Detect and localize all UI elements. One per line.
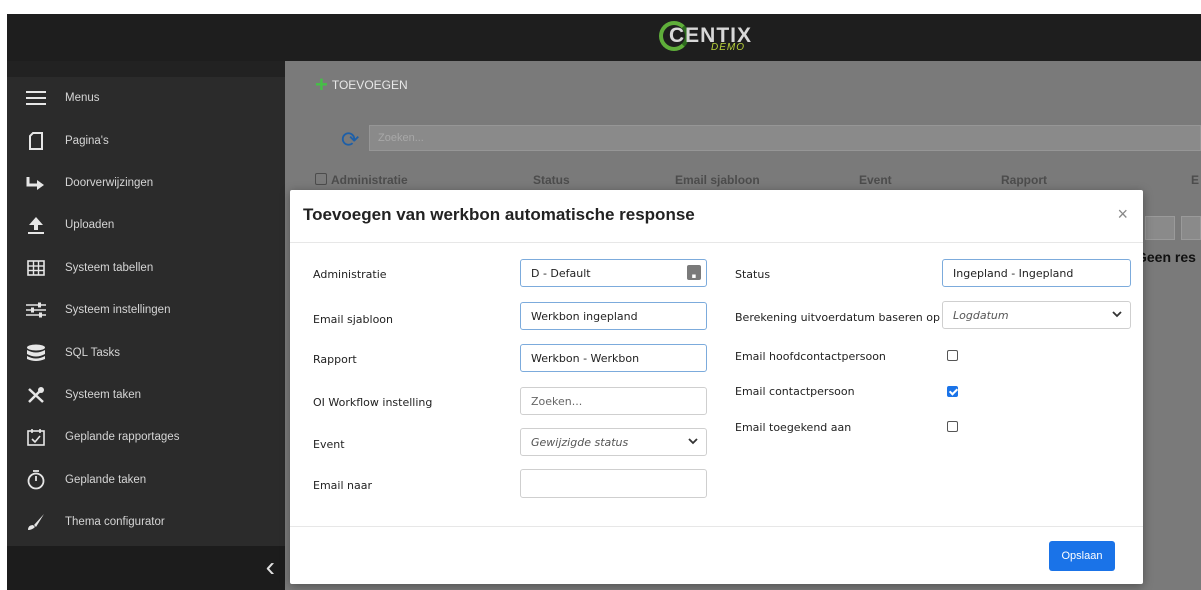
sidebar-item-systeem-taken[interactable]: Systeem taken xyxy=(7,374,285,416)
oi-workflow-placeholder: Zoeken... xyxy=(531,394,583,408)
database-icon xyxy=(7,344,65,362)
oi-workflow-label: OI Workflow instelling xyxy=(313,396,433,409)
page-icon xyxy=(7,131,65,150)
dialog-title: Toevoegen van werkbon automatische respo… xyxy=(303,205,695,224)
brush-icon xyxy=(7,513,65,531)
menu-icon xyxy=(7,90,65,106)
redirect-arrow-icon xyxy=(7,175,65,191)
empty-table-text: Geen res xyxy=(1136,249,1196,265)
event-value: Gewijzigde status xyxy=(531,435,629,449)
column-header[interactable]: Status xyxy=(533,173,570,187)
table-icon xyxy=(7,259,65,276)
administratie-label: Administratie xyxy=(313,268,387,281)
column-header[interactable]: E xyxy=(1191,173,1199,187)
save-button[interactable]: Opslaan xyxy=(1049,541,1115,571)
sliders-icon xyxy=(7,302,65,318)
sidebar-item-paginas[interactable]: Pagina's xyxy=(7,119,285,161)
sidebar-item-label: Thema configurator xyxy=(65,516,165,529)
email-sjabloon-label: Email sjabloon xyxy=(313,313,394,326)
calendar-check-icon xyxy=(7,428,65,447)
plus-icon: + xyxy=(315,72,328,97)
sidebar-item-label: Systeem tabellen xyxy=(65,261,154,274)
administratie-value: D - Default xyxy=(531,266,591,280)
oi-workflow-field[interactable]: Zoeken... xyxy=(520,387,707,415)
status-field[interactable]: Ingepland - Ingepland xyxy=(942,259,1131,287)
email-naar-label: Email naar xyxy=(313,479,372,492)
filter-input[interactable] xyxy=(1145,216,1175,240)
logo-subtext: DEMO xyxy=(711,42,745,53)
column-header[interactable]: Email sjabloon xyxy=(675,173,760,187)
sidebar-item-geplande-rapportages[interactable]: Geplande rapportages xyxy=(7,416,285,458)
table-header: Administratie Status Email sjabloon Even… xyxy=(315,173,1201,187)
stopwatch-icon xyxy=(7,469,65,490)
dialog-footer: Opslaan xyxy=(290,526,1143,585)
sidebar-item-menus[interactable]: Menus xyxy=(7,77,285,119)
column-header[interactable]: Administratie xyxy=(331,173,408,187)
sidebar-item-label: SQL Tasks xyxy=(65,346,120,359)
sidebar-item-label: Systeem taken xyxy=(65,388,142,401)
add-button-label: TOEVOEGEN xyxy=(331,78,408,92)
email-contactpersoon-checkbox[interactable] xyxy=(947,386,958,397)
sidebar-item-geplande-taken[interactable]: Geplande taken xyxy=(7,459,285,501)
email-naar-field[interactable] xyxy=(520,469,707,498)
sidebar-item-sql-tasks[interactable]: SQL Tasks xyxy=(7,331,285,373)
email-hoofdcontactpersoon-checkbox[interactable] xyxy=(947,350,958,361)
sidebar-item-label: Pagina's xyxy=(65,134,109,147)
email-toegekend-label: Email toegekend aan xyxy=(735,421,852,434)
add-response-dialog: Toevoegen van werkbon automatische respo… xyxy=(290,190,1143,584)
rapport-label: Rapport xyxy=(313,353,357,366)
status-value: Ingepland - Ingepland xyxy=(953,266,1074,280)
sidebar-item-uploaden[interactable]: Uploaden xyxy=(7,204,285,246)
column-header[interactable]: Event xyxy=(859,173,892,187)
sidebar: Menus Pagina's Doorverwijzingen Uploaden… xyxy=(7,61,285,590)
upload-icon xyxy=(7,216,65,235)
add-button[interactable]: + TOEVOEGEN xyxy=(315,72,408,97)
event-select[interactable]: Gewijzigde status xyxy=(520,428,707,456)
sidebar-item-label: Geplande taken xyxy=(65,473,147,486)
email-hoofdcontactpersoon-label: Email hoofdcontactpersoon xyxy=(735,350,886,363)
sidebar-item-label: Uploaden xyxy=(65,219,115,232)
tools-icon xyxy=(7,386,65,404)
lookup-calendar-icon[interactable]: ▪ xyxy=(687,265,701,280)
berekening-select[interactable]: Logdatum xyxy=(942,301,1131,329)
administratie-field[interactable]: D - Default ▪ xyxy=(520,259,707,287)
sidebar-item-label: Menus xyxy=(65,92,100,105)
sidebar-item-systeem-instellingen[interactable]: Systeem instellingen xyxy=(7,289,285,331)
filter-input[interactable] xyxy=(1181,216,1201,240)
sidebar-item-doorverwijzingen[interactable]: Doorverwijzingen xyxy=(7,162,285,204)
berekening-label: Berekening uitvoerdatum baseren op xyxy=(735,311,940,324)
dialog-header: Toevoegen van werkbon automatische respo… xyxy=(290,190,1143,243)
sidebar-item-label: Doorverwijzingen xyxy=(65,176,154,189)
sidebar-item-systeem-tabellen[interactable]: Systeem tabellen xyxy=(7,247,285,289)
sidebar-item-label: Systeem instellingen xyxy=(65,304,171,317)
status-label: Status xyxy=(735,268,771,281)
email-contactpersoon-label: Email contactpersoon xyxy=(735,385,855,398)
chevron-down-icon xyxy=(1112,309,1122,322)
sidebar-footer: ‹ xyxy=(7,546,285,590)
top-bar: CENTIX DEMO xyxy=(7,14,1201,61)
chevron-down-icon xyxy=(688,436,698,449)
close-icon[interactable]: × xyxy=(1117,204,1128,224)
sidebar-item-thema-configurator[interactable]: Thema configurator xyxy=(7,501,285,543)
sidebar-item-label: Geplande rapportages xyxy=(65,431,180,444)
search-input[interactable]: Zoeken... xyxy=(369,125,1201,151)
rapport-field[interactable]: Werkbon - Werkbon xyxy=(520,344,707,372)
rapport-value: Werkbon - Werkbon xyxy=(531,351,640,365)
event-label: Event xyxy=(313,438,345,451)
email-sjabloon-field[interactable]: Werkbon ingepland xyxy=(520,302,707,330)
refresh-icon[interactable]: ⟳ xyxy=(341,127,359,153)
email-toegekend-checkbox[interactable] xyxy=(947,421,958,432)
select-all-checkbox[interactable] xyxy=(315,173,327,185)
berekening-value: Logdatum xyxy=(953,308,1009,322)
email-sjabloon-value: Werkbon ingepland xyxy=(531,309,638,323)
collapse-sidebar-icon[interactable]: ‹ xyxy=(266,552,275,582)
column-header[interactable]: Rapport xyxy=(1001,173,1047,187)
